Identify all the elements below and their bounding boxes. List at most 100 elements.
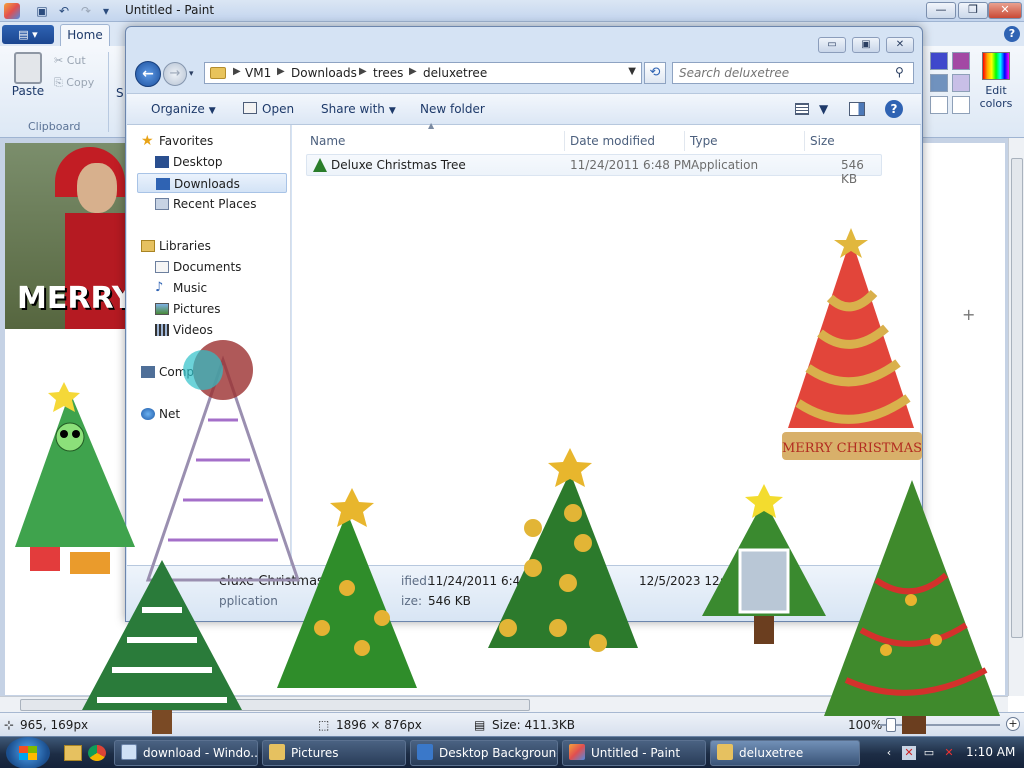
new-folder-button[interactable]: New folder bbox=[420, 102, 485, 116]
paint-menu-button[interactable]: ▤ ▾ bbox=[2, 25, 54, 44]
chevron-down-icon: ▼ bbox=[388, 106, 396, 116]
paint-titlebar: ▣ ↶ ↷ ▾ Untitled - Paint — ❐ ✕ bbox=[0, 0, 1024, 22]
color-spectrum-icon bbox=[982, 52, 1010, 80]
breadcrumb-item[interactable]: deluxetree bbox=[423, 66, 487, 80]
start-button[interactable] bbox=[6, 737, 50, 768]
breadcrumb-chevron-icon[interactable]: ▶ bbox=[359, 66, 367, 77]
tab-home[interactable]: Home bbox=[60, 24, 110, 46]
column-divider[interactable] bbox=[564, 131, 565, 151]
column-divider[interactable] bbox=[804, 131, 805, 151]
color-swatch-blue[interactable] bbox=[930, 52, 948, 70]
search-box[interactable]: ⚲ bbox=[672, 62, 914, 84]
search-input[interactable] bbox=[679, 66, 889, 80]
table-row[interactable]: Deluxe Christmas Tree 11/24/2011 6:48 PM… bbox=[306, 154, 882, 186]
column-header-name[interactable]: Name bbox=[310, 128, 345, 154]
open-button[interactable]: Open bbox=[243, 102, 294, 116]
help-icon[interactable]: ? bbox=[885, 100, 903, 118]
action-center-icon[interactable]: ✕ bbox=[902, 746, 916, 760]
help-icon[interactable]: ? bbox=[1004, 26, 1020, 42]
open-icon bbox=[243, 102, 257, 114]
network-tray-icon[interactable]: ▭ bbox=[922, 746, 936, 760]
taskbar-item-label: download - Windo... bbox=[143, 746, 258, 760]
address-dropdown-icon[interactable]: ▼ bbox=[628, 66, 636, 77]
paste-label: Paste bbox=[11, 84, 45, 98]
share-with-button[interactable]: Share with ▼ bbox=[321, 102, 396, 116]
details-size-value: 546 KB bbox=[428, 594, 471, 608]
nav-videos[interactable]: Videos bbox=[137, 320, 287, 340]
nav-desktop[interactable]: Desktop bbox=[137, 152, 287, 172]
cut-button[interactable]: ✂ Cut bbox=[54, 54, 86, 67]
merry-text: MERRY bbox=[17, 281, 125, 316]
breadcrumb-chevron-icon[interactable]: ▶ bbox=[233, 66, 241, 77]
breadcrumb-item[interactable]: VM1 bbox=[245, 66, 271, 80]
star-icon: ★ bbox=[141, 133, 154, 149]
breadcrumb-item[interactable]: Downloads bbox=[291, 66, 357, 80]
color-swatch-empty[interactable] bbox=[930, 96, 948, 114]
taskbar-item-desktop-background[interactable]: Desktop Background bbox=[410, 740, 558, 766]
column-divider[interactable] bbox=[684, 131, 685, 151]
breadcrumb-item[interactable]: trees bbox=[373, 66, 403, 80]
nav-label: Pictures bbox=[173, 302, 221, 316]
nav-recent-places[interactable]: Recent Places bbox=[137, 194, 287, 214]
back-button[interactable]: ← bbox=[135, 61, 161, 87]
taskbar-item-paint[interactable]: Untitled - Paint bbox=[562, 740, 706, 766]
color-swatch-lavender[interactable] bbox=[952, 74, 970, 92]
change-view-icon[interactable] bbox=[795, 103, 809, 115]
minimize-button[interactable]: — bbox=[926, 2, 956, 19]
organize-button[interactable]: Organize ▼ bbox=[151, 102, 216, 116]
clipboard-group-label: Clipboard bbox=[28, 120, 81, 133]
close-button[interactable]: ✕ bbox=[988, 2, 1022, 19]
view-dropdown-icon[interactable]: ▼ bbox=[819, 102, 828, 116]
column-header-size[interactable]: Size bbox=[810, 128, 835, 154]
taskbar: download - Windo... Pictures Desktop Bac… bbox=[0, 736, 1024, 768]
select-button-partial[interactable]: S bbox=[116, 86, 124, 100]
save-icon[interactable]: ▣ bbox=[34, 3, 50, 19]
explorer-maximize-button[interactable]: ▣ bbox=[852, 37, 880, 53]
undo-icon[interactable]: ↶ bbox=[56, 3, 72, 19]
nav-music[interactable]: ♪ Music bbox=[137, 278, 287, 298]
column-label: Size bbox=[810, 134, 835, 148]
taskbar-item-download[interactable]: download - Windo... bbox=[114, 740, 258, 766]
search-icon[interactable]: ⚲ bbox=[895, 65, 909, 79]
preview-pane-icon[interactable] bbox=[849, 102, 865, 116]
chrome-icon[interactable] bbox=[88, 745, 106, 761]
column-label: Name bbox=[310, 134, 346, 148]
clock[interactable]: 1:10 AM bbox=[966, 745, 1015, 759]
refresh-button[interactable]: ⟲ bbox=[644, 62, 666, 84]
folder-icon bbox=[717, 744, 733, 760]
folder-icon bbox=[269, 744, 285, 760]
explorer-close-button[interactable]: ✕ bbox=[886, 37, 914, 53]
nav-downloads[interactable]: Downloads bbox=[137, 173, 287, 193]
edit-colors-button[interactable]: Edit colors bbox=[976, 52, 1016, 110]
column-header-date[interactable]: Date modified bbox=[570, 128, 655, 154]
scroll-thumb[interactable] bbox=[1011, 158, 1023, 638]
color-swatch-purple[interactable] bbox=[952, 52, 970, 70]
paint-app-icon[interactable] bbox=[4, 3, 20, 19]
taskbar-item-label: Desktop Background bbox=[439, 746, 558, 760]
nav-documents[interactable]: Documents bbox=[137, 257, 287, 277]
taskbar-item-deluxetree[interactable]: deluxetree bbox=[710, 740, 860, 766]
explorer-quicklaunch-icon[interactable] bbox=[64, 745, 82, 761]
breadcrumb-chevron-icon[interactable]: ▶ bbox=[409, 66, 417, 77]
column-label: Type bbox=[690, 134, 718, 148]
forward-button[interactable]: → bbox=[163, 62, 187, 86]
column-header-type[interactable]: Type bbox=[690, 128, 718, 154]
paste-button[interactable]: Paste bbox=[8, 52, 48, 112]
nav-libraries[interactable]: Libraries bbox=[137, 236, 287, 256]
recent-pages-dropdown-icon[interactable]: ▾ bbox=[189, 69, 194, 79]
copy-button[interactable]: ⎘ Copy bbox=[54, 76, 94, 90]
color-swatch-empty[interactable] bbox=[952, 96, 970, 114]
qat-dropdown-icon[interactable]: ▾ bbox=[98, 3, 114, 19]
redo-icon[interactable]: ↷ bbox=[78, 3, 94, 19]
music-icon: ♪ bbox=[155, 280, 164, 295]
show-hidden-icons-icon[interactable]: ‹ bbox=[882, 746, 896, 760]
taskbar-item-pictures[interactable]: Pictures bbox=[262, 740, 406, 766]
nav-pictures[interactable]: Pictures bbox=[137, 299, 287, 319]
volume-muted-icon[interactable]: ✕ bbox=[942, 746, 956, 760]
maximize-button[interactable]: ❐ bbox=[958, 2, 988, 19]
breadcrumb-chevron-icon[interactable]: ▶ bbox=[277, 66, 285, 77]
explorer-minimize-button[interactable]: ▭ bbox=[818, 37, 846, 53]
color-swatch-blue-gray[interactable] bbox=[930, 74, 948, 92]
nav-favorites[interactable]: ★ Favorites bbox=[137, 131, 287, 151]
address-bar[interactable]: ▶ VM1 ▶ Downloads ▶ trees ▶ deluxetree ▼ bbox=[204, 62, 642, 84]
